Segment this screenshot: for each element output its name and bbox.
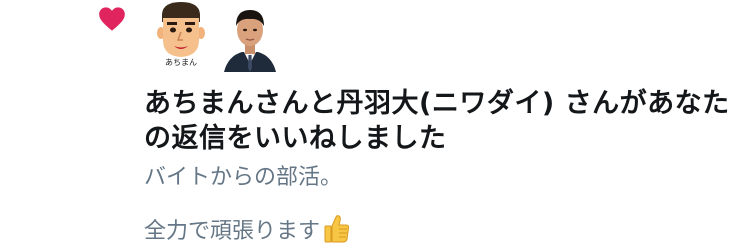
tweet-preview-line-1: バイトからの部活。: [144, 165, 343, 190]
mii-caption: あちまん: [165, 58, 197, 67]
tweet-preview-line-2: 全力で頑張ります: [144, 214, 350, 246]
tweet-preview-line-2-text: 全力で頑張ります: [144, 219, 321, 244]
heart-icon: [99, 7, 125, 31]
thumbs-up-icon: [324, 215, 350, 243]
avatar-niwa-dai[interactable]: [222, 0, 278, 72]
profile-photo: [222, 0, 278, 72]
notification-text: あちまんさんと丹羽大(ニワダイ) さんがあなたの返信をいいねしました: [144, 88, 730, 154]
avatar-achiman[interactable]: あちまん: [153, 0, 209, 72]
